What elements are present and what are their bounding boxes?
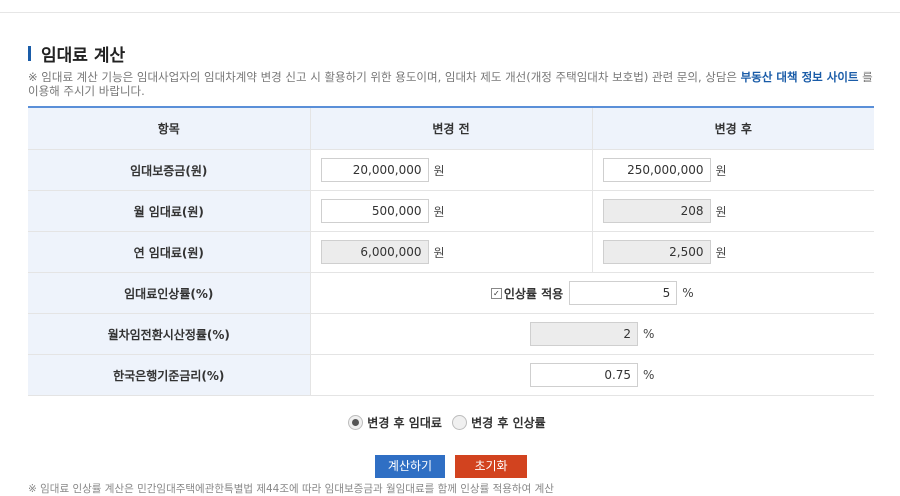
title-accent-bar (28, 45, 31, 61)
header-before: 변경 전 (309, 106, 592, 150)
unit-label: 원 (433, 204, 445, 219)
header-item: 항목 (28, 106, 310, 150)
rent-calc-table: 항목 변경 전 변경 후 임대보증금(원) 20,000,000 원 250,00… (28, 106, 874, 396)
increase-rate-label: 임대료인상률(%) (28, 272, 310, 314)
monthly-rent-after-output: 208 (602, 199, 711, 223)
calc-mode-options: 변경 후 임대료 변경 후 인상률 (0, 414, 900, 431)
unit-label: 원 (715, 245, 727, 260)
table-row: 연 임대료(원) 6,000,000 원 2,500 원 (28, 231, 874, 273)
table-row: 월 임대료(원) 500,000 원 208 원 (28, 190, 874, 232)
notice-body: ※ 임대료 계산 기능은 임대사업자의 임대차계약 변경 신고 시 활용하기 위… (28, 70, 741, 84)
unit-label: % (643, 368, 655, 382)
table-row: 임대보증금(원) 20,000,000 원 250,000,000 원 (28, 149, 874, 191)
yearly-rent-before-output: 6,000,000 (320, 240, 429, 264)
table-row: 임대료인상률(%) ✓ 인상률 적용 5% (28, 272, 874, 314)
unit-label: % (643, 327, 655, 341)
apply-rate-checkbox[interactable]: ✓ (490, 287, 502, 299)
radio-after-rent-label[interactable]: 변경 후 임대료 (367, 416, 442, 430)
apply-rate-checkbox-label: 인상률 적용 (503, 286, 564, 301)
monthly-rent-before-input[interactable]: 500,000 (320, 199, 429, 223)
yearly-rent-label: 연 임대료(원) (28, 231, 310, 273)
deposit-before-input[interactable]: 20,000,000 (320, 158, 429, 182)
radio-after-rate[interactable] (452, 415, 468, 430)
unit-label: % (682, 286, 694, 300)
page-title: 임대료 계산 (28, 42, 126, 66)
bok-rate-input[interactable]: 0.75 (530, 363, 639, 387)
deposit-label: 임대보증금(원) (28, 149, 310, 191)
radio-after-rate-label[interactable]: 변경 후 인상률 (471, 416, 546, 430)
deposit-after-input[interactable]: 250,000,000 (602, 158, 711, 182)
policy-site-link[interactable]: 부동산 대책 정보 사이트 (741, 70, 859, 84)
notice-text: ※ 임대료 계산 기능은 임대사업자의 임대차계약 변경 신고 시 활용하기 위… (28, 70, 876, 98)
radio-after-rent[interactable] (348, 415, 364, 430)
calculate-button[interactable]: 계산하기 (375, 455, 445, 478)
unit-label: 원 (433, 163, 445, 178)
bok-rate-label: 한국은행기준금리(%) (28, 354, 310, 396)
top-divider (0, 12, 900, 13)
table-row: 한국은행기준금리(%) 0.75% (28, 354, 874, 396)
footnote-text: ※ 임대료 인상률 계산은 민간임대주택에관한특별법 제44조에 따라 임대보증… (28, 483, 554, 495)
reset-button[interactable]: 초기화 (455, 455, 527, 478)
conversion-rate-label: 월차임전환시산정률(%) (28, 313, 310, 355)
increase-rate-input[interactable]: 5 (569, 281, 678, 305)
unit-label: 원 (433, 245, 445, 260)
conversion-rate-output: 2 (530, 322, 639, 346)
table-header-row: 항목 변경 전 변경 후 (28, 106, 874, 150)
header-after: 변경 후 (591, 106, 874, 150)
monthly-rent-label: 월 임대료(원) (28, 190, 310, 232)
page-title-text: 임대료 계산 (41, 45, 126, 66)
table-row: 월차임전환시산정률(%) 2% (28, 313, 874, 355)
yearly-rent-after-output: 2,500 (602, 240, 711, 264)
unit-label: 원 (715, 163, 727, 178)
unit-label: 원 (715, 204, 727, 219)
